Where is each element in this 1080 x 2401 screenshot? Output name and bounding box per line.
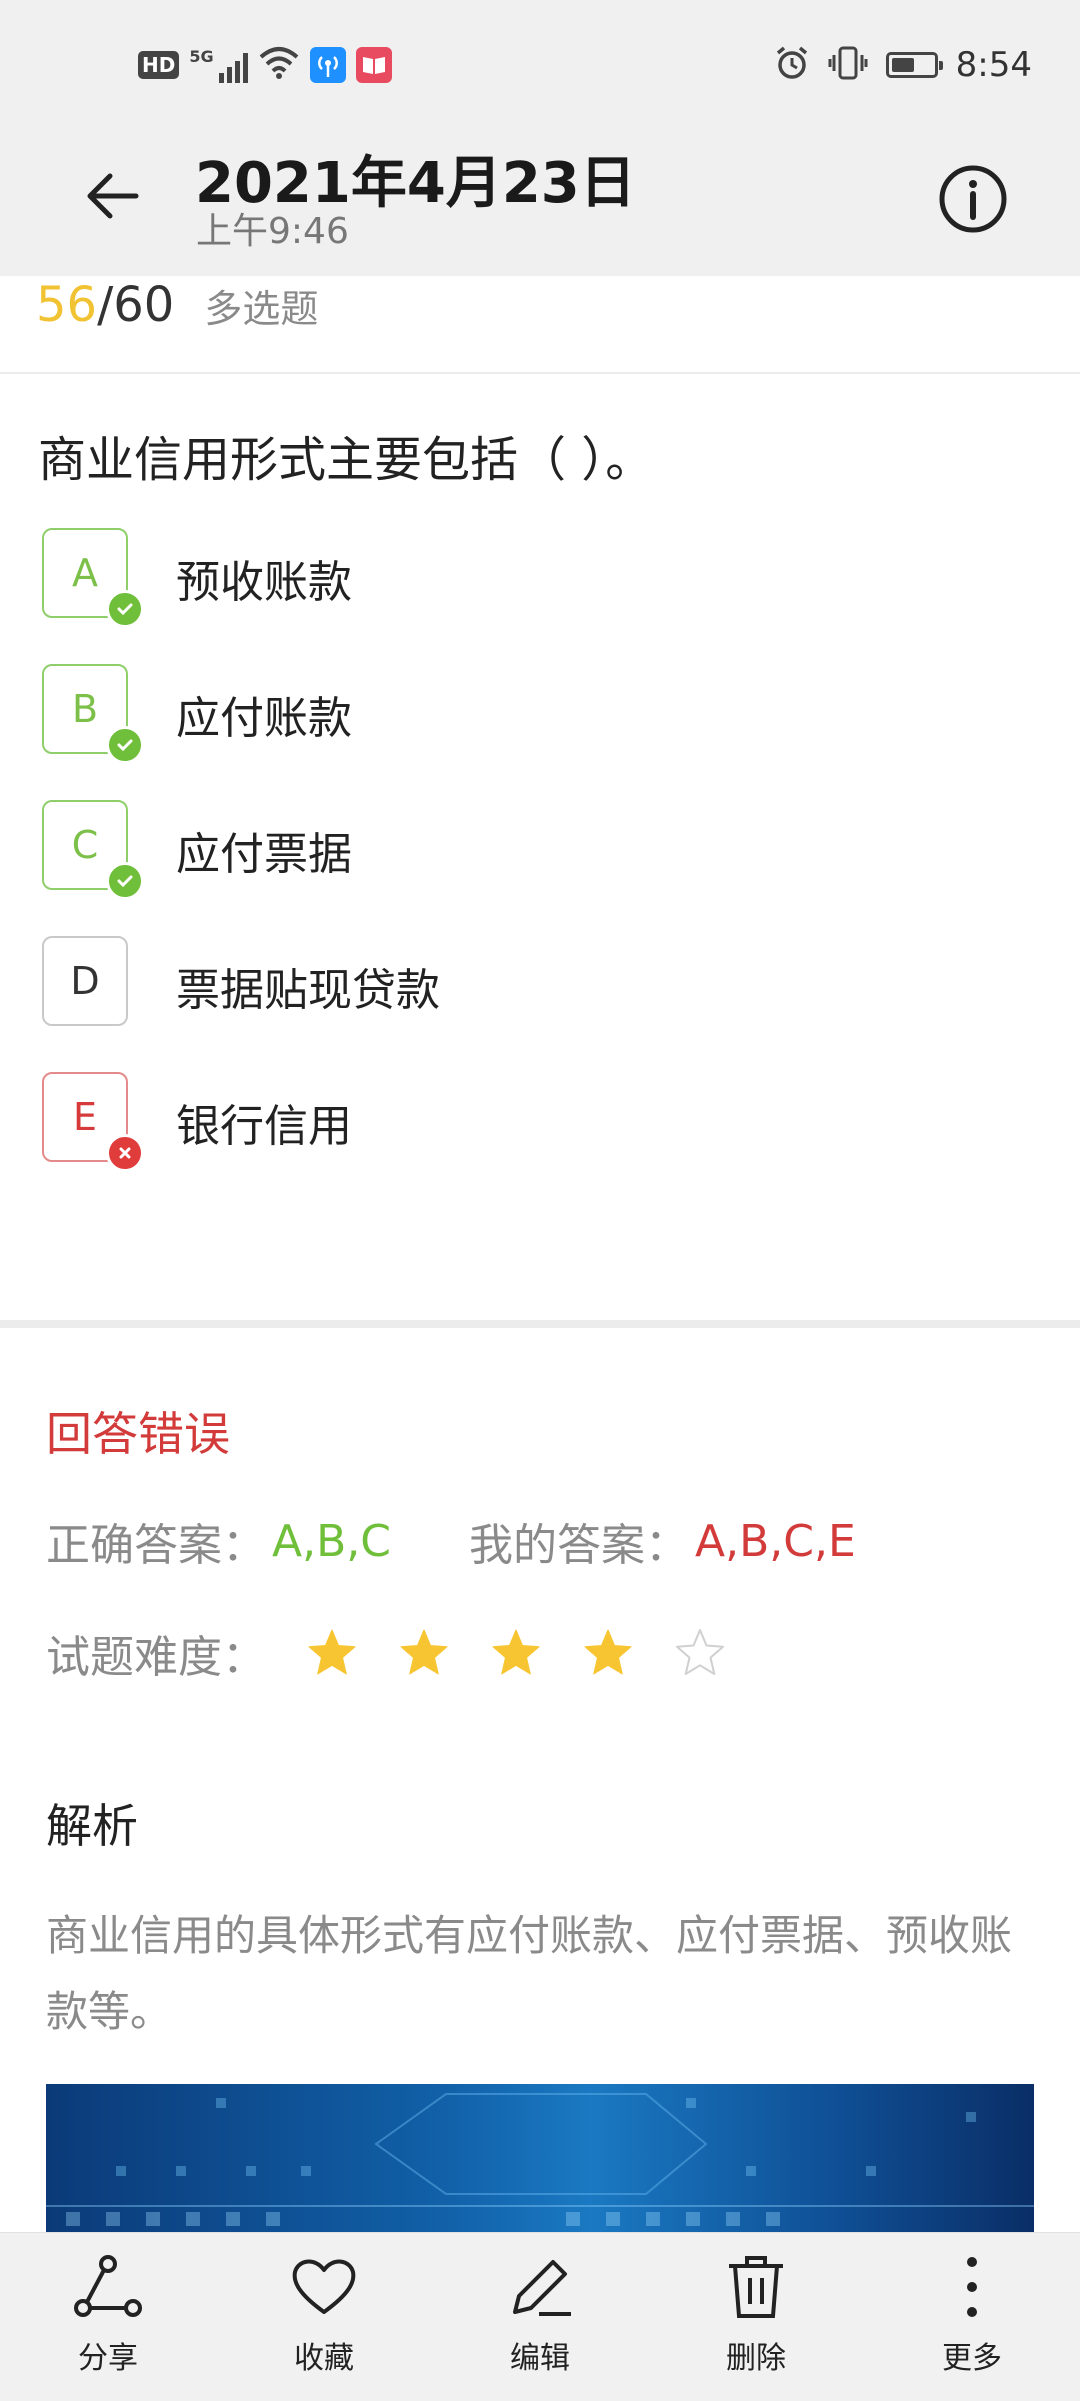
alarm-icon: [774, 45, 810, 85]
progress-total: 60: [113, 277, 175, 333]
more-label: 更多: [942, 2341, 1002, 2376]
heart-icon: [288, 2251, 360, 2323]
battery-level: [891, 58, 914, 72]
more-vertical-icon: [936, 2251, 1008, 2323]
signal-5g-icon: 5G: [189, 47, 248, 83]
option-c[interactable]: C 应付票据: [42, 800, 942, 900]
option-e[interactable]: E 银行信用: [42, 1072, 942, 1172]
edit-label: 编辑: [510, 2341, 570, 2376]
my-answer-label: 我的答案：: [468, 1520, 689, 1571]
check-icon: [106, 726, 144, 764]
status-bar: HD 5G 8:54: [0, 0, 1080, 130]
star-filled-icon: [400, 1629, 448, 1675]
hd-icon: HD: [138, 51, 180, 79]
question-text: 商业信用形式主要包括（ ）。: [38, 432, 654, 488]
back-arrow-icon: [87, 173, 139, 219]
share-label: 分享: [78, 2341, 138, 2376]
bottom-action-bar: 分享 收藏 编辑 删除 更多: [0, 2232, 1080, 2401]
book-app-icon: [355, 47, 392, 83]
progress-current: 56: [36, 277, 98, 333]
star-filled-icon: [308, 1629, 356, 1675]
question-type: 多选题: [204, 286, 319, 331]
correct-answer-value: A,B,C: [272, 1515, 391, 1567]
delete-label: 删除: [726, 2341, 786, 2376]
favorite-button[interactable]: 收藏: [254, 2251, 394, 2391]
option-d-letter: D: [42, 936, 128, 1026]
delete-button[interactable]: 删除: [686, 2251, 826, 2391]
edit-button[interactable]: 编辑: [470, 2251, 610, 2391]
star-filled-icon: [492, 1629, 540, 1675]
analysis-image: [46, 2084, 1034, 2234]
correct-answer-label: 正确答案：: [46, 1520, 266, 1571]
status-right-icons: 8:54: [774, 42, 1032, 88]
wifi-icon: [258, 45, 300, 85]
divider: [0, 372, 1080, 374]
pencil-icon: [504, 2251, 576, 2323]
share-icon: [72, 2251, 144, 2323]
difficulty-stars: [306, 1627, 726, 1679]
status-time: 8:54: [955, 45, 1032, 85]
check-icon: [106, 862, 144, 900]
more-button[interactable]: 更多: [902, 2251, 1042, 2391]
option-d-text: 票据贴现贷款: [176, 965, 440, 1016]
back-button[interactable]: [72, 156, 152, 236]
option-e-text: 银行信用: [176, 1101, 352, 1152]
difficulty-row: 试题难度：: [46, 1620, 726, 1686]
section-divider: [0, 1320, 1080, 1328]
option-c-text: 应付票据: [176, 829, 352, 880]
option-d[interactable]: D 票据贴现贷款: [42, 936, 942, 1032]
share-button[interactable]: 分享: [38, 2251, 178, 2391]
status-left-icons: HD 5G: [138, 44, 392, 86]
star-filled-icon: [584, 1629, 632, 1675]
trash-icon: [720, 2251, 792, 2323]
cross-icon: [106, 1134, 144, 1172]
option-b-text: 应付账款: [176, 693, 352, 744]
star-empty-icon: [676, 1629, 724, 1675]
answers-row: 正确答案： A,B,C 我的答案： A,B,C,E: [46, 1508, 856, 1574]
vibrate-icon: [828, 45, 868, 85]
info-button[interactable]: [928, 154, 1018, 244]
option-a[interactable]: A 预收账款: [42, 528, 942, 628]
option-b[interactable]: B 应付账款: [42, 664, 942, 764]
app-header: 2021年4月23日 上午9:46: [0, 130, 1080, 276]
check-icon: [106, 590, 144, 628]
my-answer-value: A,B,C,E: [694, 1515, 856, 1567]
progress-separator: /: [97, 277, 114, 333]
analysis-title: 解析: [46, 1799, 138, 1853]
difficulty-label: 试题难度：: [46, 1632, 266, 1683]
result-status: 回答错误: [46, 1407, 230, 1461]
info-icon: [939, 165, 1007, 233]
page-subtitle: 上午9:46: [196, 211, 349, 252]
analysis-text: 商业信用的具体形式有应付账款、应付票据、预收账款等。: [46, 1911, 1013, 2036]
hotspot-icon: [309, 47, 346, 83]
favorite-label: 收藏: [294, 2341, 354, 2376]
option-a-text: 预收账款: [176, 557, 352, 608]
battery-icon: [885, 52, 943, 78]
question-progress: 56 / 60 多选题: [36, 272, 318, 338]
